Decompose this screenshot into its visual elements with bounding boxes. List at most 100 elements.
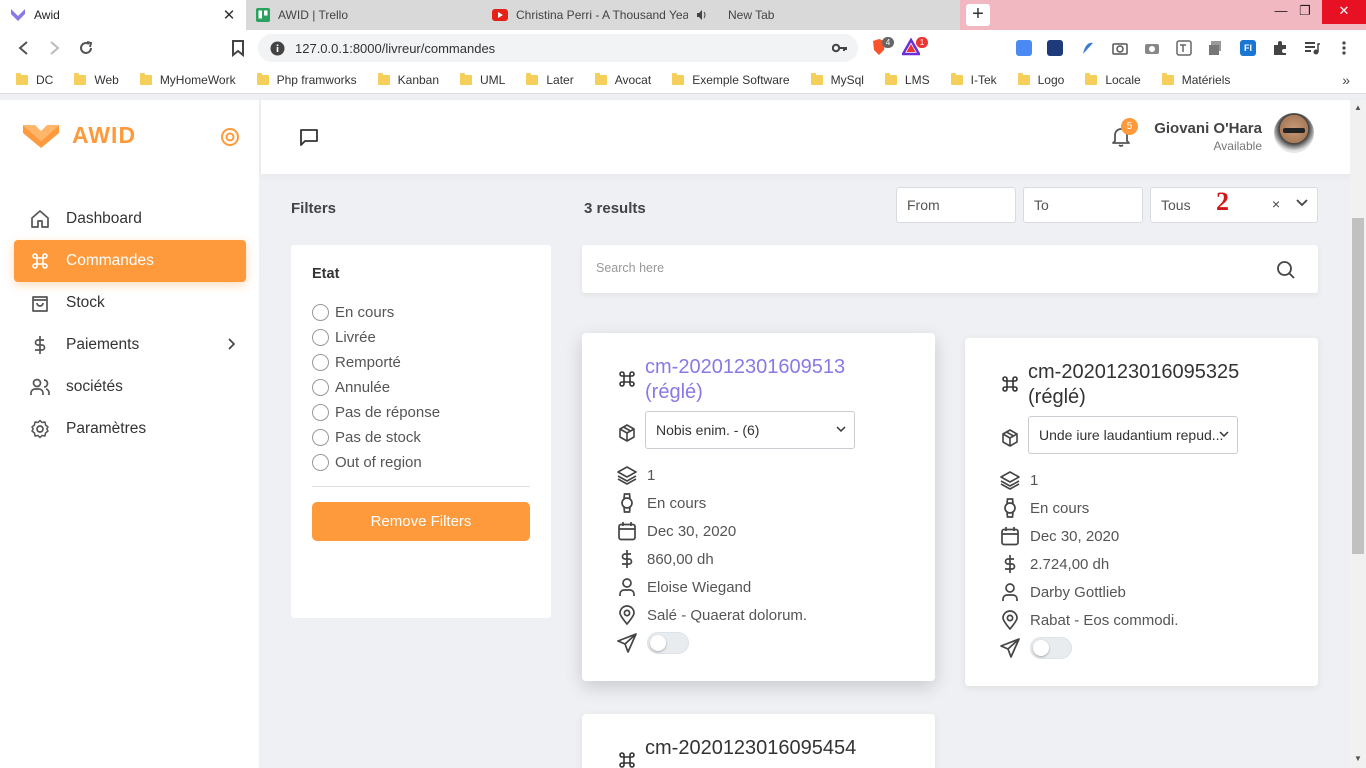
sidebar-item-dashboard[interactable]: Dashboard (14, 198, 246, 240)
order-title[interactable]: cm-202012301609513 (réglé) (645, 355, 845, 405)
etat-radio-option[interactable]: Out of region (312, 450, 440, 475)
bookmark-item[interactable]: MySql (810, 72, 864, 87)
send-toggle[interactable] (1030, 637, 1072, 659)
radio-button[interactable] (312, 379, 329, 396)
bookmark-item[interactable]: Kanban (377, 72, 440, 87)
alert-badge: 1 (916, 37, 928, 48)
sidebar-item-societes[interactable]: sociétés (14, 366, 246, 408)
search-box[interactable]: Search here (582, 245, 1318, 293)
radio-button[interactable] (312, 304, 329, 321)
sidebar-item-paiements[interactable]: Paiements (14, 324, 246, 366)
search-input[interactable]: Search here (596, 261, 664, 275)
chat-icon[interactable] (299, 127, 319, 147)
send-toggle[interactable] (647, 632, 689, 654)
bookmarks-more-button[interactable]: » (1342, 72, 1350, 88)
sidebar-item-stock[interactable]: Stock (14, 282, 246, 324)
user-name[interactable]: Giovani O'Hara (1154, 120, 1262, 137)
tab-close-icon[interactable]: ✕ (222, 6, 236, 24)
screenshot-icon[interactable] (1144, 40, 1160, 56)
etat-radio-option[interactable]: Annulée (312, 375, 440, 400)
remove-filters-button[interactable]: Remove Filters (312, 502, 530, 541)
reload-icon[interactable] (76, 38, 96, 58)
bookmark-item[interactable]: Matériels (1161, 72, 1230, 87)
bookmark-label: Kanban (397, 72, 440, 87)
folder-icon (16, 72, 28, 85)
address-bar[interactable]: 127.0.0.1:8000/livreur/commandes (258, 34, 858, 62)
feather-icon[interactable] (1080, 40, 1096, 56)
clear-select-icon[interactable]: × (1272, 196, 1280, 212)
browser-tab-youtube[interactable]: Christina Perri - A Thousand Years (482, 0, 718, 30)
avatar[interactable] (1274, 113, 1314, 153)
camera-icon[interactable] (1112, 40, 1128, 56)
bookmark-item[interactable]: Later (526, 72, 574, 87)
bookmark-item[interactable]: LMS (884, 72, 930, 87)
sidebar-item-parametres[interactable]: Paramètres (14, 408, 246, 450)
fi-extension-icon[interactable]: FI (1240, 40, 1256, 56)
playlist-icon[interactable] (1304, 40, 1320, 56)
scroll-down-icon[interactable]: ▼ (1354, 754, 1362, 763)
bookmark-item[interactable]: Avocat (594, 72, 651, 87)
order-card[interactable]: cm-202012301609513 (réglé) Nobis enim. - (… (582, 333, 935, 681)
browser-tab-trello[interactable]: AWID | Trello (246, 0, 482, 30)
new-tab-button[interactable]: + (966, 4, 990, 26)
logo-text: AWID (72, 122, 137, 148)
back-icon[interactable] (14, 38, 34, 58)
url-text: 127.0.0.1:8000/livreur/commandes (295, 40, 496, 56)
radio-button[interactable] (312, 454, 329, 471)
translate-page-icon[interactable] (1176, 40, 1192, 56)
sidebar-item-commandes[interactable]: Commandes (14, 240, 246, 282)
bookmark-item[interactable]: Php framworks (256, 72, 357, 87)
radio-label: Remporté (335, 354, 401, 371)
menu-icon[interactable] (1336, 40, 1352, 56)
etat-radio-option[interactable]: Remporté (312, 350, 440, 375)
state-select[interactable]: Tous (1150, 187, 1318, 223)
radio-button[interactable] (312, 354, 329, 371)
scroll-thumb[interactable] (1352, 218, 1364, 554)
bookmark-item[interactable]: UML (460, 72, 505, 87)
info-icon[interactable] (270, 41, 285, 56)
product-select[interactable]: Unde iure laudantium repud... (1028, 416, 1238, 454)
forward-icon[interactable] (44, 38, 64, 58)
translate-icon[interactable] (1016, 40, 1032, 56)
browser-tab-awid[interactable]: Awid ✕ (0, 0, 246, 30)
from-date-input[interactable]: From (896, 187, 1016, 223)
bookmark-item[interactable]: I-Tek (950, 72, 997, 87)
top-header: 5 Giovani O'Hara Available (261, 100, 1366, 174)
bookmark-item[interactable]: Locale (1085, 72, 1141, 87)
etat-radio-option[interactable]: En cours (312, 300, 440, 325)
bookmark-item[interactable]: Exemple Software (672, 72, 790, 87)
etat-radio-option[interactable]: Pas de réponse (312, 400, 440, 425)
etat-radio-option[interactable]: Livrée (312, 325, 440, 350)
sidebar-toggle-icon[interactable] (220, 127, 240, 147)
radio-button[interactable] (312, 404, 329, 421)
radio-button[interactable] (312, 429, 329, 446)
puzzle-icon[interactable] (1272, 40, 1288, 56)
order-card[interactable]: cm-2020123016095454 (582, 714, 935, 768)
send-icon (617, 633, 637, 653)
bookmark-label: Logo (1037, 72, 1065, 87)
bookmark-item[interactable]: DC (16, 72, 53, 87)
chevron-down-icon[interactable] (1296, 199, 1308, 207)
browser-tab-newtab[interactable]: New Tab (718, 0, 960, 30)
maximize-button[interactable]: ❐ (1288, 0, 1322, 24)
bookmark-item[interactable]: Logo (1017, 72, 1065, 87)
etat-radio-option[interactable]: Pas de stock (312, 425, 440, 450)
bookmark-item[interactable]: Web (74, 72, 119, 87)
close-window-button[interactable]: ✕ (1322, 0, 1366, 24)
order-card[interactable]: cm-2020123016095325 (réglé) Unde iure laud… (965, 338, 1318, 686)
product-select[interactable]: Nobis enim. - (6) (645, 411, 855, 449)
scroll-up-icon[interactable]: ▲ (1354, 103, 1362, 112)
radio-button[interactable] (312, 329, 329, 346)
chevron-down-icon (836, 426, 846, 433)
bookmark-icon[interactable] (228, 38, 248, 58)
bookmark-item[interactable]: MyHomeWork (139, 72, 236, 87)
stack-icon[interactable] (1208, 40, 1224, 56)
page-scrollbar[interactable]: ▲ ▼ (1350, 100, 1366, 768)
key-icon[interactable] (832, 43, 848, 53)
search-icon[interactable] (1276, 260, 1296, 280)
speaker-icon[interactable] (696, 9, 708, 21)
order-details: 1 En cours Dec 30, 2020 860,00 dh Eloise Wie… (617, 461, 807, 657)
chart-extension-icon[interactable] (1047, 40, 1063, 56)
to-date-input[interactable]: To (1023, 187, 1143, 223)
app-logo[interactable]: AWID (22, 122, 136, 149)
